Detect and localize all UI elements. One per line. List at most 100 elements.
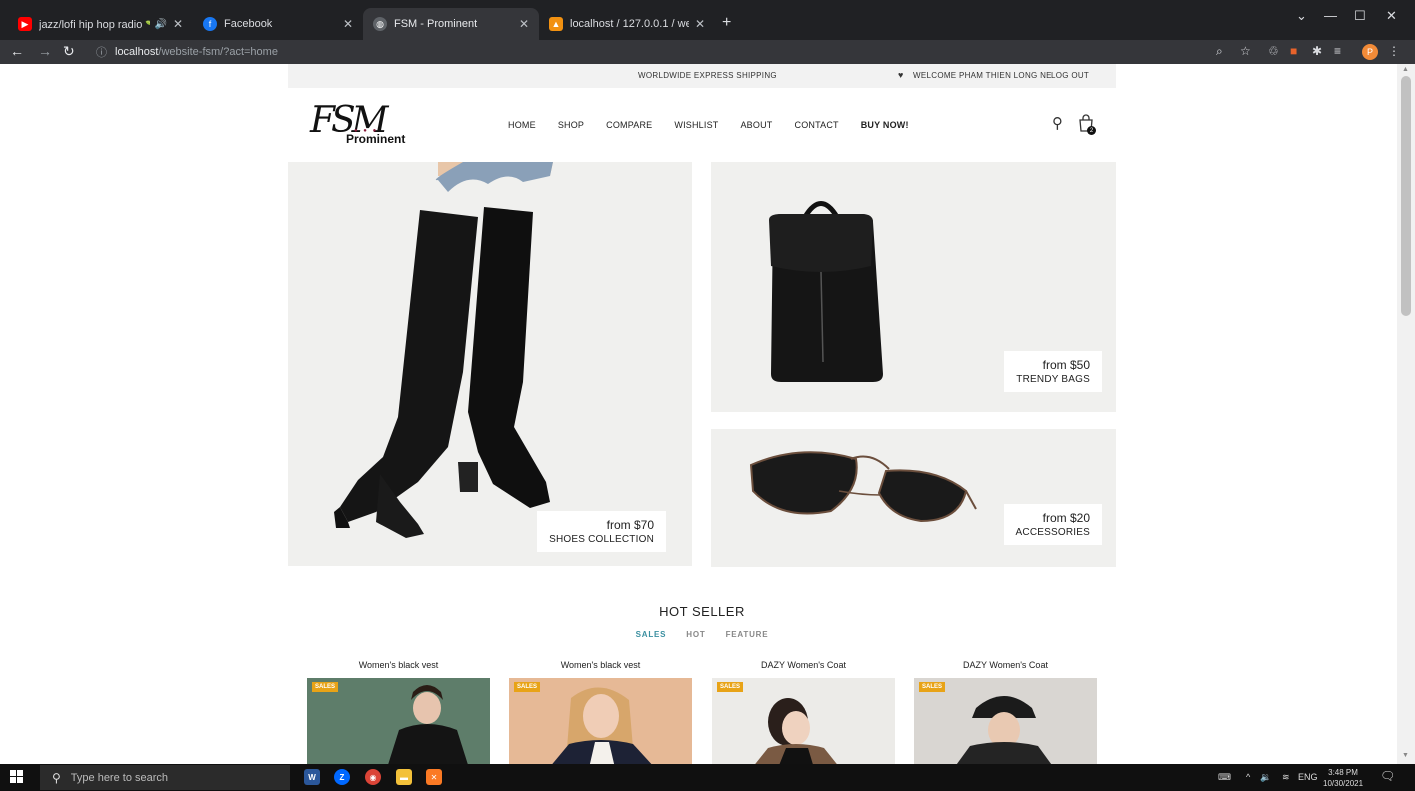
windows-start-icon[interactable]: [10, 770, 24, 784]
reload-button[interactable]: ↻: [63, 43, 75, 60]
site-info-icon[interactable]: ⓘ: [96, 44, 107, 60]
keyboard-icon[interactable]: ⌨: [1218, 772, 1231, 783]
close-icon[interactable]: ✕: [519, 17, 529, 31]
heart-icon: ♥: [898, 70, 904, 80]
product-name[interactable]: DAZY Women's Coat: [712, 660, 895, 678]
sunglasses-image: [749, 451, 977, 523]
nav-about[interactable]: ABOUT: [740, 120, 772, 130]
clock-time: 3:48 PM: [1328, 768, 1358, 777]
tab-facebook[interactable]: f Facebook ✕: [193, 8, 363, 40]
profile-avatar[interactable]: P: [1362, 44, 1378, 60]
clock-date: 10/30/2021: [1323, 779, 1364, 788]
facebook-icon: f: [203, 17, 217, 31]
product-name[interactable]: DAZY Women's Coat: [914, 660, 1097, 678]
banner-label: SHOES COLLECTION: [549, 534, 654, 545]
volume-icon[interactable]: 🔉: [1260, 772, 1271, 783]
site-header: FSM ● ● ● Prominent HOME SHOP COMPARE WI…: [288, 88, 1116, 162]
product-image[interactable]: SALES: [509, 678, 692, 764]
tab-fsm-prominent[interactable]: ◍ FSM - Prominent ✕: [363, 8, 539, 40]
main-nav: HOME SHOP COMPARE WISHLIST ABOUT CONTACT…: [508, 120, 909, 130]
search-placeholder: Type here to search: [70, 771, 169, 784]
show-hidden-icons[interactable]: ^: [1246, 772, 1250, 782]
word-app-icon[interactable]: W: [304, 769, 320, 785]
extension-recycle-icon[interactable]: ♲: [1268, 44, 1279, 58]
banner-accessories[interactable]: from $20 ACCESSORIES: [711, 429, 1116, 567]
url-host: localhost: [115, 46, 159, 58]
nav-compare[interactable]: COMPARE: [606, 120, 652, 130]
scroll-down-icon[interactable]: ▼: [1402, 752, 1409, 759]
banner-shoes[interactable]: from $70 SHOES COLLECTION: [288, 162, 692, 566]
product-image[interactable]: SALES: [712, 678, 895, 764]
notification-icon[interactable]: 🗨: [1380, 769, 1395, 783]
forward-button[interactable]: →: [38, 43, 52, 59]
product-card[interactable]: DAZY Women's Coat SALES: [914, 660, 1097, 764]
shipping-notice: WORLDWIDE EXPRESS SHIPPING: [638, 71, 777, 80]
boots-image: [334, 162, 553, 538]
extension-orange-icon[interactable]: ■: [1290, 44, 1297, 58]
tab-sales[interactable]: SALES: [636, 630, 667, 639]
chrome-app-icon[interactable]: ◉: [365, 769, 381, 785]
site-logo[interactable]: FSM ● ● ● Prominent: [310, 100, 410, 154]
scrollbar-thumb[interactable]: [1401, 76, 1411, 316]
sales-badge: SALES: [717, 682, 744, 692]
system-clock[interactable]: 3:48 PM 10/30/2021: [1323, 767, 1363, 789]
tab-strip: ▶ jazz/lofi hip hop radio 🌱chill 🔊 ✕ f F…: [0, 0, 1415, 40]
scroll-up-icon[interactable]: ▲: [1402, 66, 1409, 73]
hot-seller-tabs: SALES HOT FEATURE: [288, 630, 1116, 639]
close-icon[interactable]: ✕: [173, 17, 183, 31]
banner-bags[interactable]: from $50 TRENDY BAGS: [711, 162, 1116, 412]
zalo-app-icon[interactable]: Z: [334, 769, 350, 785]
tab-search-icon[interactable]: ⌄: [1296, 8, 1307, 24]
maximize-button[interactable]: ☐: [1354, 8, 1366, 24]
file-explorer-icon[interactable]: ▬: [396, 769, 412, 785]
close-icon[interactable]: ✕: [343, 17, 353, 31]
zoom-icon[interactable]: ⌕: [1216, 44, 1223, 59]
tab-title: localhost / 127.0.0.1 / websitefsm: [570, 18, 689, 30]
new-tab-button[interactable]: +: [722, 14, 731, 32]
language-indicator[interactable]: ENG: [1298, 772, 1318, 782]
bookmark-star-icon[interactable]: ☆: [1240, 44, 1251, 58]
nav-contact[interactable]: CONTACT: [795, 120, 839, 130]
product-card[interactable]: Women's black vest SALES: [307, 660, 490, 764]
extensions-puzzle-icon[interactable]: ✱: [1312, 44, 1322, 58]
tab-hot[interactable]: HOT: [686, 630, 705, 639]
tab-title: Facebook: [224, 18, 273, 30]
menu-kebab-icon[interactable]: ⋮: [1388, 44, 1400, 58]
back-button[interactable]: ←: [10, 43, 24, 59]
nav-home[interactable]: HOME: [508, 120, 536, 130]
tab-phpmyadmin[interactable]: ▲ localhost / 127.0.0.1 / websitefsm ✕: [539, 8, 715, 40]
tab-title: jazz/lofi hip hop radio 🌱chill: [39, 18, 150, 31]
section-title: HOT SELLER: [659, 604, 745, 619]
banner-label: TRENDY BAGS: [1016, 374, 1090, 385]
logo-subtitle: Prominent: [346, 132, 406, 146]
wifi-icon[interactable]: ≋: [1282, 772, 1290, 783]
search-icon[interactable]: ⚲: [1052, 114, 1063, 132]
product-image[interactable]: SALES: [307, 678, 490, 764]
product-image[interactable]: SALES: [914, 678, 1097, 764]
taskbar-search[interactable]: ⚲ Type here to search: [40, 765, 290, 790]
nav-wishlist[interactable]: WISHLIST: [674, 120, 718, 130]
banner-price: from $50: [1042, 358, 1090, 372]
page-viewport: WORLDWIDE EXPRESS SHIPPING ♥ WELCOME PHA…: [0, 64, 1397, 764]
xampp-app-icon[interactable]: ✕: [426, 769, 442, 785]
minimize-button[interactable]: —: [1324, 8, 1337, 23]
tab-feature[interactable]: FEATURE: [726, 630, 769, 639]
address-bar[interactable]: ⓘ localhost/website-fsm/?act=home: [86, 42, 1216, 62]
media-queue-icon[interactable]: ≡: [1334, 44, 1341, 58]
close-icon[interactable]: ✕: [695, 17, 705, 31]
banner-caption: from $20 ACCESSORIES: [1003, 504, 1102, 545]
banner-caption: from $70 SHOES COLLECTION: [537, 511, 666, 552]
tab-title: FSM - Prominent: [394, 18, 478, 30]
tab-youtube[interactable]: ▶ jazz/lofi hip hop radio 🌱chill 🔊 ✕: [8, 8, 193, 40]
logout-link[interactable]: LOG OUT: [1051, 71, 1089, 80]
phpmyadmin-icon: ▲: [549, 17, 563, 31]
product-card[interactable]: Women's black vest SALES: [509, 660, 692, 764]
nav-shop[interactable]: SHOP: [558, 120, 584, 130]
product-card[interactable]: DAZY Women's Coat SALES: [712, 660, 895, 764]
product-name[interactable]: Women's black vest: [509, 660, 692, 678]
window-close-button[interactable]: ✕: [1386, 8, 1397, 24]
speaker-icon[interactable]: 🔊: [154, 19, 166, 30]
product-name[interactable]: Women's black vest: [307, 660, 490, 678]
nav-buy-now[interactable]: BUY NOW!: [861, 120, 909, 130]
page-scrollbar[interactable]: ▲ ▼: [1397, 64, 1415, 764]
